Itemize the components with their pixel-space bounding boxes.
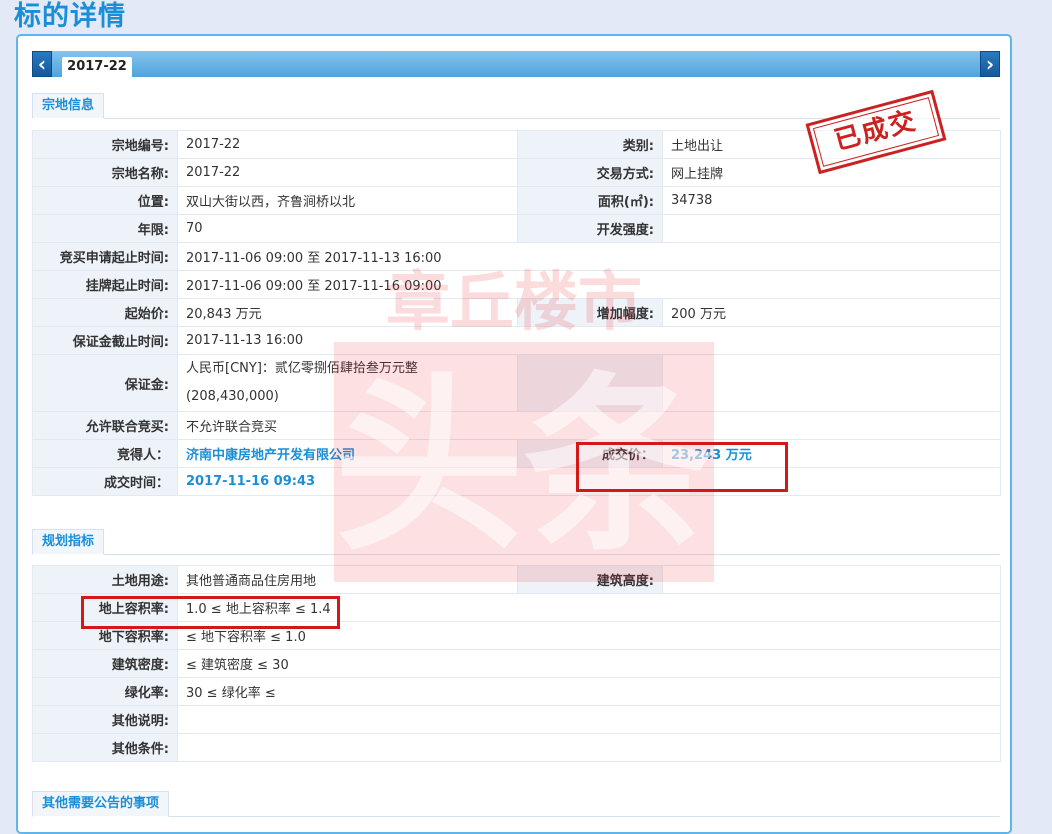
table-row: 允许联合竞买: 不允许联合竞买	[32, 411, 1001, 440]
table-row: 土地用途: 其他普通商品住房用地 建筑高度:	[32, 565, 1001, 594]
table-row: 位置: 双山大街以西，齐鲁涧桥以北 面积(㎡): 34738	[32, 186, 1001, 215]
field-label: 土地用途:	[32, 565, 178, 594]
field-label: 开发强度:	[517, 214, 663, 243]
field-label: 位置:	[32, 186, 178, 215]
table-row: 竞买申请起止时间: 2017-11-06 09:00 至 2017-11-13 …	[32, 242, 1001, 271]
field-label: 年限:	[32, 214, 178, 243]
chevron-left-icon[interactable]: ‹	[32, 51, 52, 77]
field-value: 200 万元	[662, 298, 1001, 327]
deal-price-value: 23,243 万元	[662, 439, 1001, 468]
field-label: 面积(㎡):	[517, 186, 663, 215]
field-value: 34738	[662, 186, 1001, 215]
table-row: 保证金截止时间: 2017-11-13 16:00	[32, 326, 1001, 355]
field-label: 其他说明:	[32, 705, 178, 734]
zongdi-table: 宗地编号: 2017-22 类别: 土地出让 宗地名称: 2017-22 交易方…	[32, 130, 1001, 496]
table-row: 竞得人： 济南中康房地产开发有限公司 成交价： 23,243 万元	[32, 439, 1001, 468]
field-value: ≤ 建筑密度 ≤ 30	[177, 649, 1001, 678]
field-label-empty	[517, 354, 663, 412]
section-tab-guihua[interactable]: 规划指标	[32, 529, 105, 555]
section-tab-zongdi[interactable]: 宗地信息	[32, 93, 105, 119]
table-row: 保证金: 人民币[CNY]：贰亿零捌佰肆拾叁万元整 (208,430,000)	[32, 354, 1001, 412]
guihua-table: 土地用途: 其他普通商品住房用地 建筑高度: 地上容积率: 1.0 ≤ 地上容积…	[32, 565, 1001, 762]
field-label: 成交价：	[517, 439, 663, 468]
table-row: 挂牌起止时间: 2017-11-06 09:00 至 2017-11-16 09…	[32, 270, 1001, 299]
field-value-empty	[662, 354, 1001, 412]
field-value: 2017-11-13 16:00	[177, 326, 1001, 355]
table-row: 绿化率: 30 ≤ 绿化率 ≤	[32, 677, 1001, 706]
deposit-amount-text: 人民币[CNY]：贰亿零捌佰肆拾叁万元整	[186, 361, 418, 376]
detail-panel: ‹ 2017-22 › 宗地信息 宗地编号: 2017-22 类别: 土地出让 …	[16, 34, 1012, 834]
field-label: 地下容积率:	[32, 621, 178, 650]
tab-bar: ‹ 2017-22 ›	[32, 51, 1000, 77]
section-header-qita: 其他需要公告的事项	[32, 790, 1000, 817]
field-value: 其他普通商品住房用地	[177, 565, 518, 594]
field-label: 增加幅度:	[517, 298, 663, 327]
field-value	[662, 214, 1001, 243]
field-value: 人民币[CNY]：贰亿零捌佰肆拾叁万元整 (208,430,000)	[177, 354, 518, 412]
page-title: 标的详情	[14, 1, 126, 32]
deposit-amount-number: (208,430,000)	[186, 389, 279, 404]
table-row: 地上容积率: 1.0 ≤ 地上容积率 ≤ 1.4	[32, 593, 1001, 622]
table-row: 成交时间： 2017-11-16 09:43	[32, 467, 1001, 496]
field-label: 绿化率:	[32, 677, 178, 706]
tab-2017-22[interactable]: 2017-22	[62, 57, 132, 77]
field-value: 2017-11-06 09:00 至 2017-11-16 09:00	[177, 270, 1001, 299]
field-label: 类别:	[517, 130, 663, 159]
field-label: 挂牌起止时间:	[32, 270, 178, 299]
table-row: 地下容积率: ≤ 地下容积率 ≤ 1.0	[32, 621, 1001, 650]
field-label: 建筑高度:	[517, 565, 663, 594]
field-label: 地上容积率:	[32, 593, 178, 622]
field-value: 1.0 ≤ 地上容积率 ≤ 1.4	[177, 593, 1001, 622]
field-value: 不允许联合竞买	[177, 411, 1001, 440]
field-value: 20,843 万元	[177, 298, 518, 327]
field-label: 其他条件:	[32, 733, 178, 762]
field-value	[177, 705, 1001, 734]
field-label: 竞买申请起止时间:	[32, 242, 178, 271]
field-label: 宗地编号:	[32, 130, 178, 159]
winner-value: 济南中康房地产开发有限公司	[177, 439, 518, 468]
field-label: 保证金截止时间:	[32, 326, 178, 355]
field-value: 30 ≤ 绿化率 ≤	[177, 677, 1001, 706]
table-row: 建筑密度: ≤ 建筑密度 ≤ 30	[32, 649, 1001, 678]
chevron-right-icon[interactable]: ›	[980, 51, 1000, 77]
field-label: 建筑密度:	[32, 649, 178, 678]
field-value: 双山大街以西，齐鲁涧桥以北	[177, 186, 518, 215]
field-label: 竞得人：	[32, 439, 178, 468]
field-value: ≤ 地下容积率 ≤ 1.0	[177, 621, 1001, 650]
field-label: 起始价:	[32, 298, 178, 327]
field-label: 成交时间：	[32, 467, 178, 496]
field-value: 2017-22	[177, 130, 518, 159]
field-label: 宗地名称:	[32, 158, 178, 187]
table-row: 年限: 70 开发强度:	[32, 214, 1001, 243]
field-value	[662, 565, 1001, 594]
field-label: 允许联合竞买:	[32, 411, 178, 440]
deal-time-value: 2017-11-16 09:43	[177, 467, 1001, 496]
section-tab-qita[interactable]: 其他需要公告的事项	[32, 791, 170, 817]
field-value	[177, 733, 1001, 762]
field-value: 70	[177, 214, 518, 243]
section-header-guihua: 规划指标	[32, 528, 1000, 555]
field-label: 交易方式:	[517, 158, 663, 187]
field-label: 保证金:	[32, 354, 178, 412]
table-row: 其他条件:	[32, 733, 1001, 762]
table-row: 起始价: 20,843 万元 增加幅度: 200 万元	[32, 298, 1001, 327]
field-value: 2017-22	[177, 158, 518, 187]
field-value: 2017-11-06 09:00 至 2017-11-13 16:00	[177, 242, 1001, 271]
table-row: 其他说明:	[32, 705, 1001, 734]
